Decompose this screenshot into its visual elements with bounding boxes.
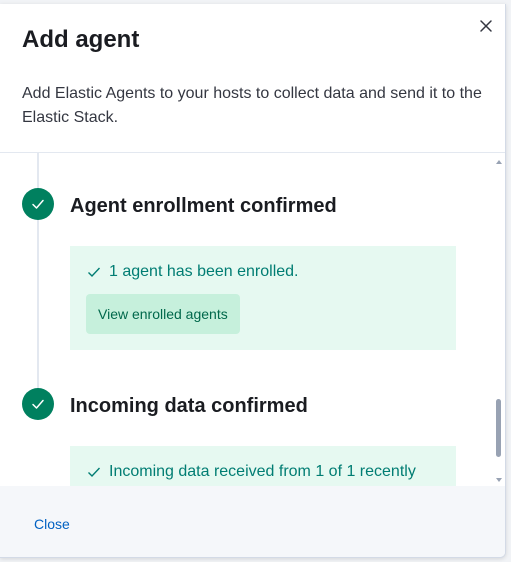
incoming-data-message: Incoming data received from 1 of 1 recen… <box>87 463 416 481</box>
add-agent-flyout: Add agent Add Elastic Agents to your hos… <box>0 4 506 558</box>
scroll-up-icon[interactable] <box>496 158 502 164</box>
check-icon <box>87 265 101 279</box>
enrollment-message-text: 1 agent has been enrolled. <box>109 263 299 280</box>
flyout-header: Add agent Add Elastic Agents to your hos… <box>0 4 505 153</box>
step-title-incoming-data: Incoming data confirmed <box>70 395 308 417</box>
flyout-subtitle: Add Elastic Agents to your hosts to coll… <box>22 85 482 126</box>
flyout-footer: Close <box>0 486 505 557</box>
scrollbar-thumb[interactable] <box>496 399 501 457</box>
close-button[interactable]: Close <box>34 516 70 532</box>
flyout-body[interactable]: Agent enrollment confirmed 1 agent has b… <box>0 153 505 486</box>
enrollment-message: 1 agent has been enrolled. <box>87 263 298 281</box>
step-complete-icon <box>22 388 54 420</box>
incoming-data-message-text: Incoming data received from 1 of 1 recen… <box>109 463 416 480</box>
step-complete-icon <box>22 188 54 220</box>
check-icon <box>87 465 101 479</box>
scrollbar[interactable] <box>494 153 504 486</box>
scroll-down-icon[interactable] <box>496 476 502 482</box>
flyout-title: Add agent <box>22 26 140 53</box>
step-title-enrollment: Agent enrollment confirmed <box>70 195 337 217</box>
incoming-data-callout: Incoming data received from 1 of 1 recen… <box>70 446 456 486</box>
view-enrolled-agents-button[interactable]: View enrolled agents <box>86 294 240 334</box>
enrollment-callout: 1 agent has been enrolled. View enrolled… <box>70 246 456 350</box>
